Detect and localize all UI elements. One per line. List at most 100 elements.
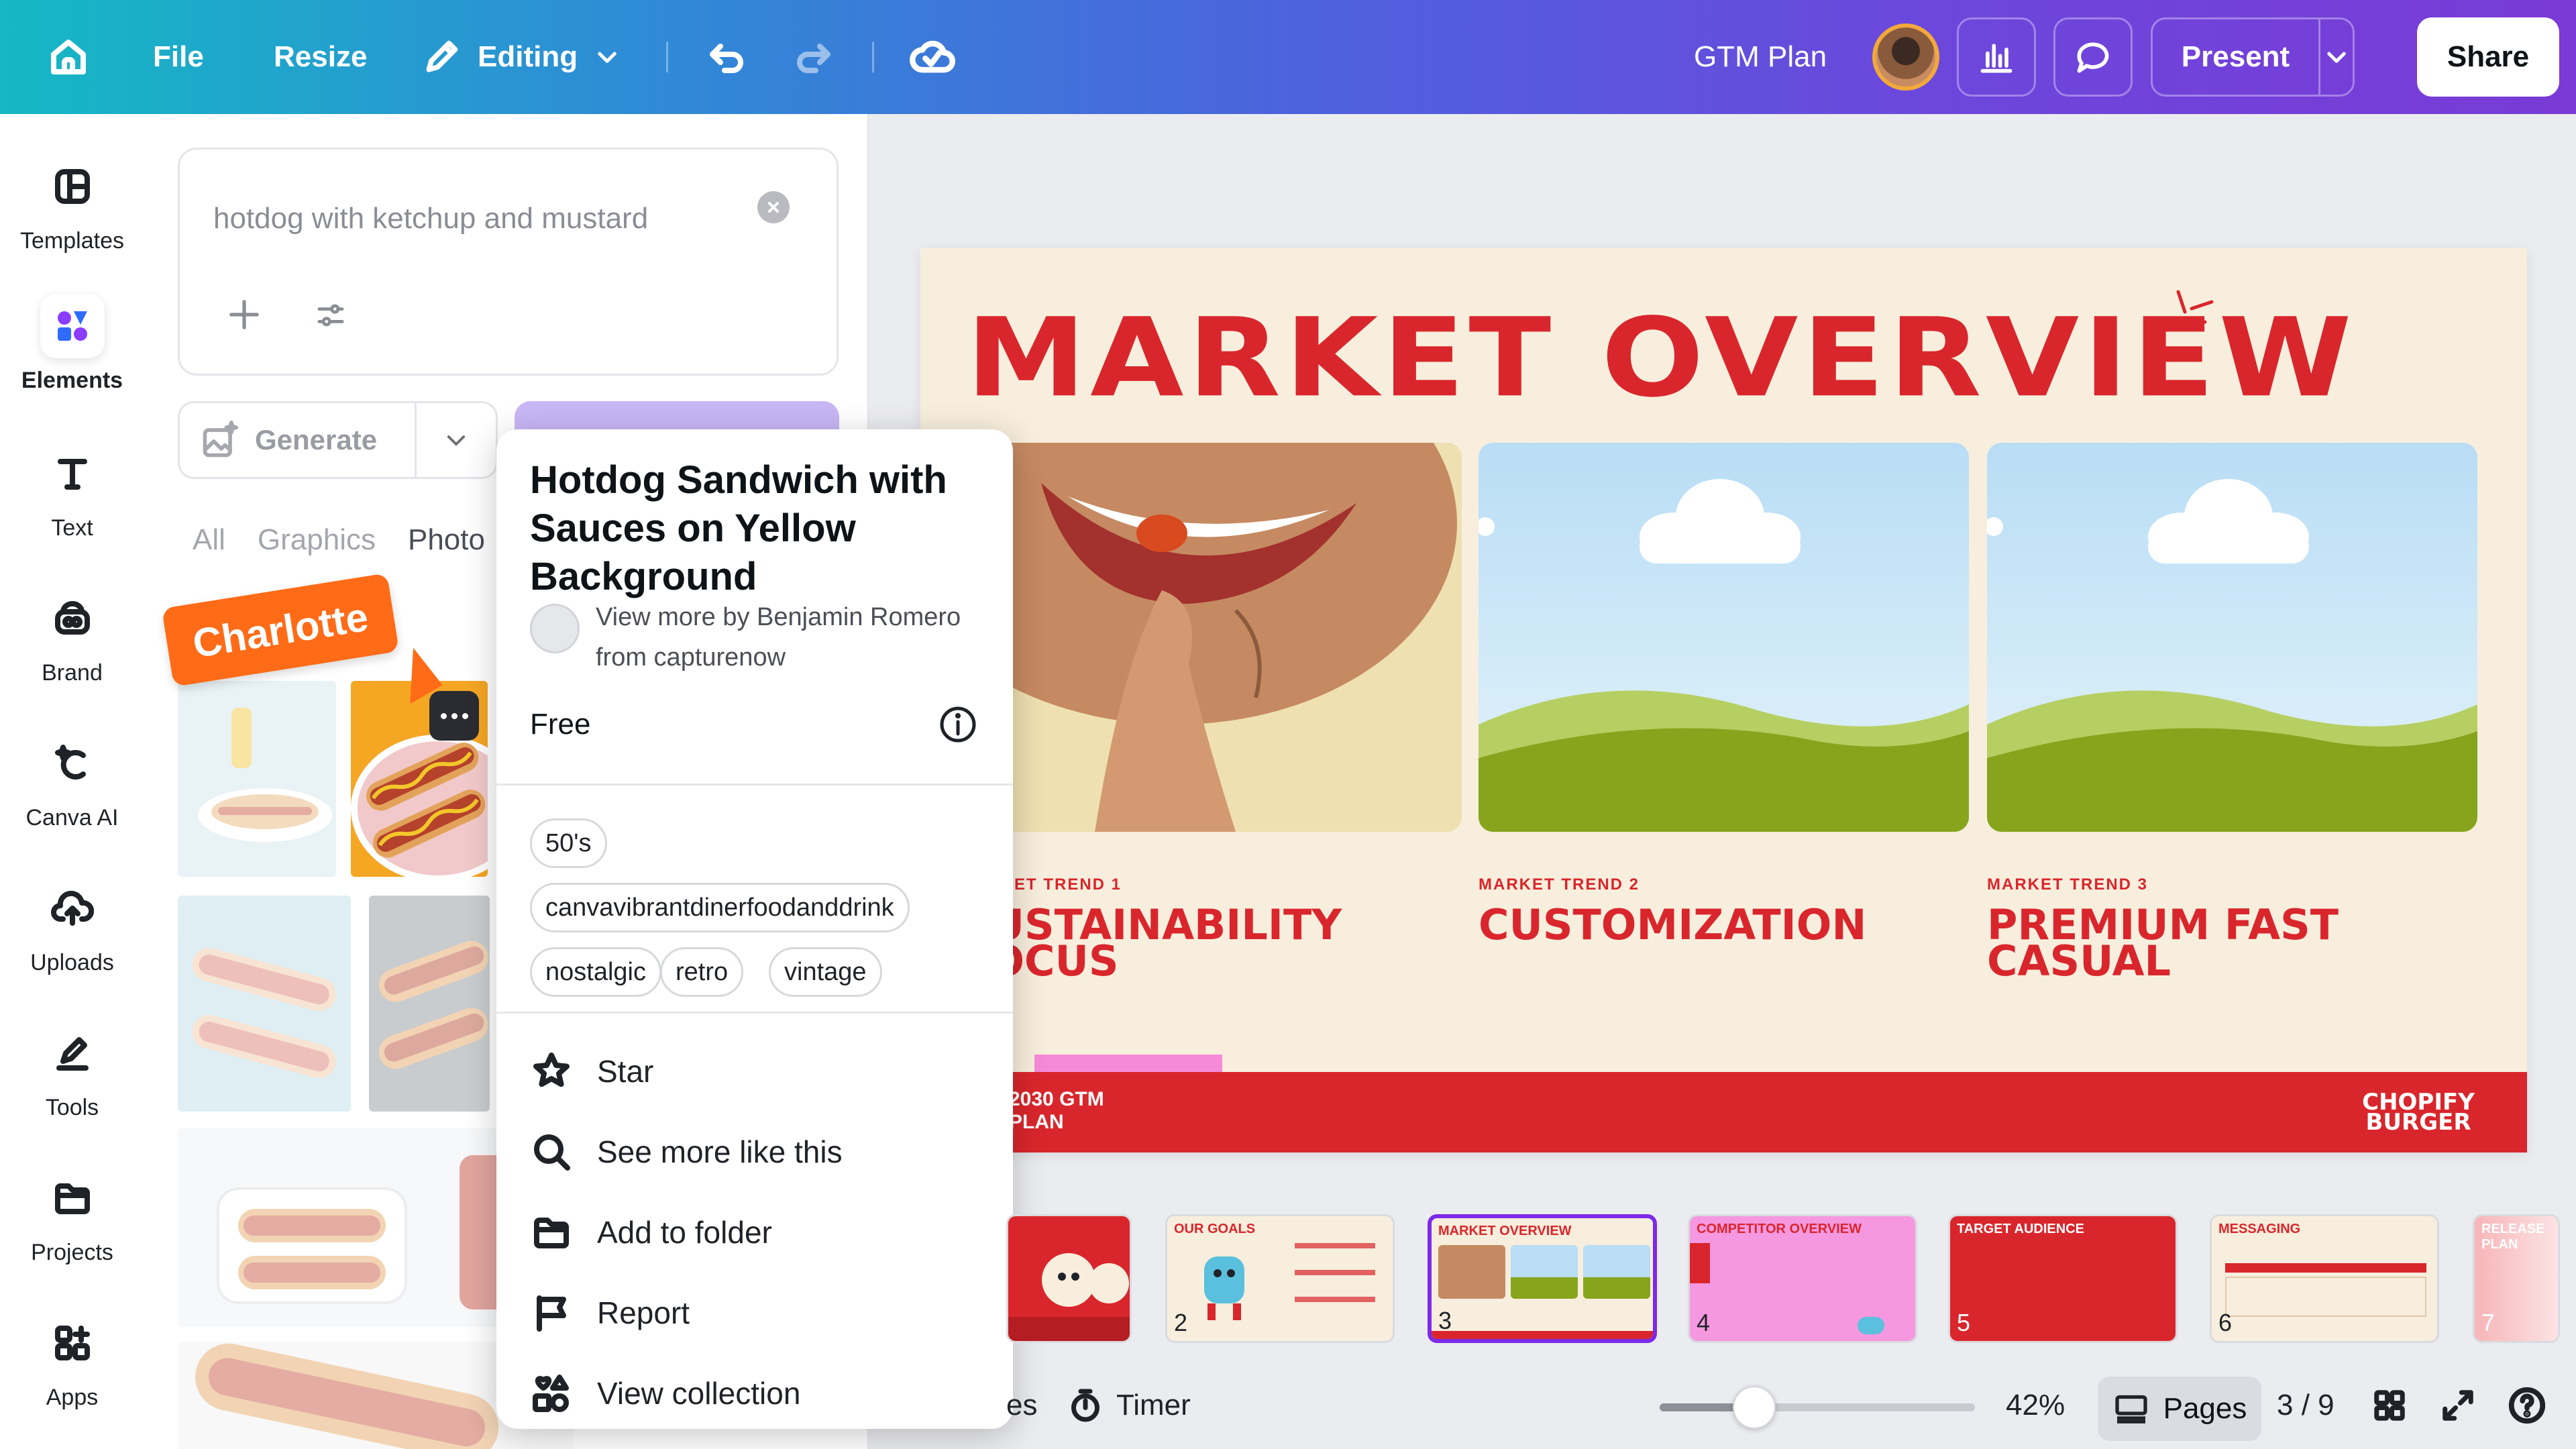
- left-nav-rail: Templates Elements Text Brand Canva AI U…: [0, 114, 144, 1449]
- footer-brand-logo[interactable]: CHOPIFY BURGER: [2358, 1091, 2479, 1134]
- templates-icon: [54, 169, 90, 204]
- trend-image-3-placeholder[interactable]: [1987, 443, 2477, 832]
- timer-label: Timer: [1116, 1389, 1191, 1421]
- more-options-button[interactable]: [429, 691, 479, 741]
- rail-item-canva-ai[interactable]: Canva AI: [0, 731, 144, 831]
- keyword-tag[interactable]: retro: [660, 947, 744, 997]
- slide-canvas[interactable]: MARKET OVERVIEW MARKET TREND 1 SUSTAINAB…: [920, 248, 2527, 1152]
- insights-button[interactable]: [1957, 17, 2036, 97]
- menu-item-see-more[interactable]: See more like this: [530, 1122, 843, 1182]
- page-thumbnail-4[interactable]: COMPETITOR OVERVIEW 4: [1688, 1214, 1917, 1343]
- zoom-slider[interactable]: [1660, 1386, 1975, 1429]
- clear-search-button[interactable]: [757, 191, 790, 223]
- document-title[interactable]: GTM Plan: [1694, 0, 1827, 114]
- file-menu[interactable]: File: [153, 0, 204, 114]
- footer-plan-label[interactable]: 2030 GTM PLAN: [1009, 1088, 1116, 1134]
- page-thumbnail-5[interactable]: TARGET AUDIENCE 5: [1948, 1214, 2178, 1343]
- rail-item-projects[interactable]: Projects: [0, 1166, 144, 1266]
- add-button[interactable]: [225, 296, 263, 337]
- trend-3-label[interactable]: MARKET TREND 3: [1987, 875, 2148, 894]
- rail-item-uploads[interactable]: Uploads: [0, 876, 144, 976]
- sliders-icon: [317, 304, 344, 327]
- footer-accent-bar[interactable]: [1034, 1055, 1222, 1073]
- page-thumbnail-6[interactable]: MESSAGING 6: [2210, 1214, 2439, 1343]
- toolbar-divider: [666, 42, 668, 72]
- menu-item-view-collection[interactable]: View collection: [530, 1363, 800, 1424]
- search-input[interactable]: hotdog with ketchup and mustard: [213, 202, 648, 235]
- present-button[interactable]: Present: [2153, 19, 2320, 95]
- fullscreen-button[interactable]: [2439, 1382, 2477, 1429]
- notes-button[interactable]: es: [1006, 1382, 1037, 1429]
- grid-view-button[interactable]: [2371, 1382, 2408, 1429]
- flag-icon: [537, 1295, 566, 1332]
- page-thumbnail-2[interactable]: OUR GOALS 2: [1165, 1214, 1395, 1343]
- keyword-tag[interactable]: canvavibrantdinerfoodanddrink: [530, 883, 910, 932]
- chevron-down-icon: [447, 435, 466, 446]
- slide-footer-band[interactable]: [920, 1072, 2527, 1152]
- pages-button[interactable]: Pages: [2098, 1377, 2261, 1441]
- rail-item-templates[interactable]: Templates: [0, 154, 144, 254]
- trend-3-title[interactable]: PREMIUM FAST CASUAL: [1987, 904, 2457, 982]
- page-thumbnail-3[interactable]: MARKET OVERVIEW 3: [1428, 1214, 1657, 1343]
- home-button[interactable]: [47, 0, 90, 114]
- rail-item-apps[interactable]: Apps: [0, 1311, 144, 1411]
- trend-1-title[interactable]: SUSTAINABILITY FOCUS: [961, 904, 1430, 982]
- search-icon: [534, 1134, 570, 1171]
- filters-button[interactable]: [314, 299, 347, 335]
- rail-item-text[interactable]: Text: [0, 441, 144, 541]
- redo-button[interactable]: [792, 0, 835, 114]
- rail-item-elements[interactable]: Elements: [0, 294, 144, 394]
- generate-button-group: Generate: [178, 401, 498, 479]
- comments-button[interactable]: [2053, 17, 2133, 97]
- tab-photos[interactable]: Photo: [408, 523, 485, 557]
- page-thumbnail-7[interactable]: RELEASE PLAN 7: [2473, 1214, 2560, 1343]
- keyword-tag[interactable]: vintage: [769, 947, 882, 997]
- present-options-button[interactable]: [2320, 19, 2353, 95]
- trend-image-2-placeholder[interactable]: [1479, 443, 1969, 832]
- menu-item-add-to-folder[interactable]: Add to folder: [530, 1202, 772, 1263]
- uploads-icon: [50, 890, 94, 926]
- undo-icon: [710, 44, 743, 73]
- pages-icon: [2114, 1395, 2147, 1424]
- help-button[interactable]: [2506, 1382, 2548, 1429]
- timer-button[interactable]: Timer: [1067, 1382, 1191, 1429]
- menu-item-report[interactable]: Report: [530, 1283, 690, 1343]
- share-button[interactable]: Share: [2417, 17, 2559, 97]
- rail-item-brand[interactable]: Brand: [0, 586, 144, 686]
- info-icon[interactable]: [936, 703, 979, 746]
- save-status[interactable]: [910, 0, 955, 114]
- user-avatar[interactable]: [1872, 23, 1939, 91]
- keyword-tag[interactable]: 50's: [530, 818, 607, 868]
- trend-2-title[interactable]: CUSTOMIZATION: [1479, 904, 1975, 946]
- page-number: 6: [2218, 1309, 2233, 1336]
- top-toolbar: File Resize Editing GTM Plan Present Sha…: [0, 0, 2576, 114]
- menu-label: Add to folder: [597, 1215, 772, 1250]
- trend-2-label[interactable]: MARKET TREND 2: [1479, 875, 1640, 894]
- tab-graphics[interactable]: Graphics: [258, 523, 376, 557]
- dot-icon: [462, 712, 468, 719]
- photo-result[interactable]: [178, 896, 351, 1112]
- rail-item-tools[interactable]: Tools: [0, 1021, 144, 1121]
- resize-button[interactable]: Resize: [274, 0, 367, 114]
- photo-result[interactable]: [178, 681, 336, 877]
- tab-all[interactable]: All: [193, 523, 225, 557]
- editing-mode-dropdown[interactable]: Editing: [421, 0, 621, 114]
- popover-divider: [496, 1012, 1013, 1014]
- slide-title[interactable]: MARKET OVERVIEW: [966, 295, 2356, 421]
- zoom-level[interactable]: 42%: [2006, 1382, 2065, 1429]
- page-thumbnail-1[interactable]: [1006, 1214, 1132, 1343]
- timer-icon: [1071, 1389, 1099, 1422]
- undo-button[interactable]: [706, 0, 749, 114]
- thumbnail-heading: RELEASE PLAN: [2481, 1222, 2545, 1252]
- generate-options-button[interactable]: [417, 427, 496, 453]
- zoom-slider-handle[interactable]: [1733, 1386, 1776, 1429]
- search-box[interactable]: hotdog with ketchup and mustard: [178, 148, 839, 376]
- creator-link[interactable]: View more by Benjamin Romero from captur…: [530, 597, 986, 678]
- generate-button[interactable]: Generate: [180, 403, 417, 477]
- elements-icon: [57, 311, 87, 341]
- menu-item-star[interactable]: Star: [530, 1041, 653, 1102]
- expand-icon: [2443, 1390, 2473, 1421]
- editing-label: Editing: [478, 40, 578, 73]
- keyword-tag[interactable]: nostalgic: [530, 947, 661, 997]
- photo-result[interactable]: [369, 896, 490, 1112]
